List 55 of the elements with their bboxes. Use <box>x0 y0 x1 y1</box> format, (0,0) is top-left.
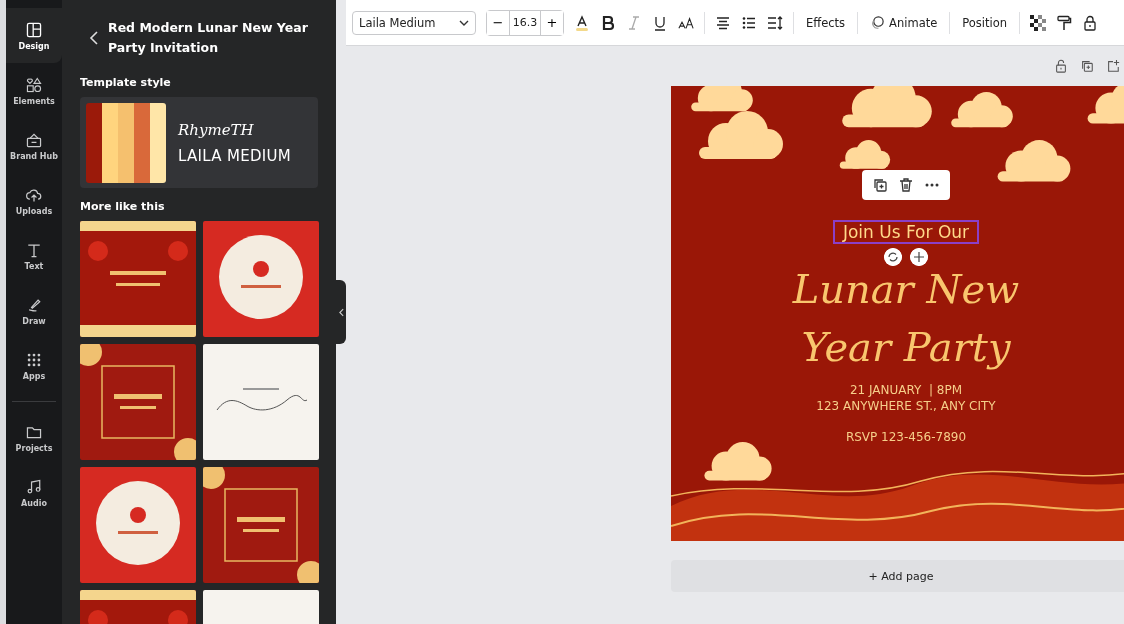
transparency-icon[interactable] <box>1030 14 1047 31</box>
chevron-down-icon <box>459 19 469 26</box>
chevron-left-icon <box>338 307 344 317</box>
font-dropdown[interactable]: Laila Medium <box>352 10 476 35</box>
line-spacing-icon[interactable] <box>767 14 783 31</box>
animate-icon <box>870 15 886 30</box>
rotate-handle-icon[interactable] <box>884 248 902 266</box>
nav-item[interactable]: Audio <box>6 465 62 520</box>
letter-case-icon[interactable] <box>678 14 694 31</box>
template-thumbnail[interactable] <box>80 467 196 583</box>
headline-text: Year Party <box>801 323 1011 372</box>
add-page-button[interactable]: + Add page <box>671 560 1124 592</box>
template-thumbnail[interactable] <box>203 344 319 460</box>
lock-icon[interactable] <box>1082 14 1099 31</box>
add-page-icon[interactable] <box>1106 59 1120 73</box>
nav-item[interactable]: Elements <box>6 63 62 118</box>
bulleted-list-icon[interactable] <box>741 14 757 31</box>
font-name: RhymeTH <box>178 120 255 139</box>
text-color-icon[interactable] <box>574 14 590 31</box>
template-thumbnail[interactable] <box>80 221 196 337</box>
animate-button[interactable]: Animate <box>868 15 940 30</box>
selected-text-box[interactable]: Join Us For Our <box>832 220 980 244</box>
section-heading: Template style <box>80 76 172 89</box>
bold-icon[interactable] <box>600 14 616 31</box>
trash-icon[interactable] <box>898 177 914 193</box>
template-thumbnail[interactable] <box>80 344 196 460</box>
template-thumbnail[interactable] <box>203 467 319 583</box>
paint-roller-icon[interactable] <box>1056 14 1073 31</box>
template-title: Red Modern Lunar New Year Party Invitation <box>108 19 309 57</box>
shapes-icon <box>25 75 43 94</box>
move-handle-icon[interactable] <box>910 248 928 266</box>
nav-item[interactable]: Text <box>6 228 62 283</box>
font-name: LAILA MEDIUM <box>178 146 292 165</box>
duplicate-icon[interactable] <box>1080 59 1094 73</box>
nav-item[interactable]: Uploads <box>6 173 62 228</box>
nav-item[interactable]: Projects <box>6 410 62 465</box>
nav-item[interactable]: Apps <box>6 338 62 393</box>
event-details: 21 JANUARY | 8PM 123 ANYWHERE ST., ANY CITY <box>816 382 996 414</box>
back-icon[interactable] <box>88 30 100 46</box>
nav-item[interactable]: Brand Hub <box>6 118 62 173</box>
headline-text: Lunar New <box>792 265 1020 314</box>
template-thumbnail[interactable] <box>203 221 319 337</box>
section-heading: More like this <box>80 200 166 213</box>
nav-item[interactable]: Draw <box>6 283 62 338</box>
collapse-handle[interactable] <box>336 280 346 344</box>
music-note-icon <box>25 477 43 496</box>
template-style-card[interactable]: RhymeTH LAILA MEDIUM <box>80 97 318 188</box>
underline-icon[interactable] <box>652 14 668 31</box>
layout-icon <box>25 20 43 39</box>
effects-button[interactable]: Effects <box>804 15 848 30</box>
position-button[interactable]: Position <box>960 15 1010 30</box>
nav-item[interactable]: Design <box>6 8 62 63</box>
align-center-icon[interactable] <box>715 14 731 31</box>
duplicate-icon[interactable] <box>872 177 888 193</box>
rsvp-text: RSVP 123-456-7890 <box>845 430 967 444</box>
